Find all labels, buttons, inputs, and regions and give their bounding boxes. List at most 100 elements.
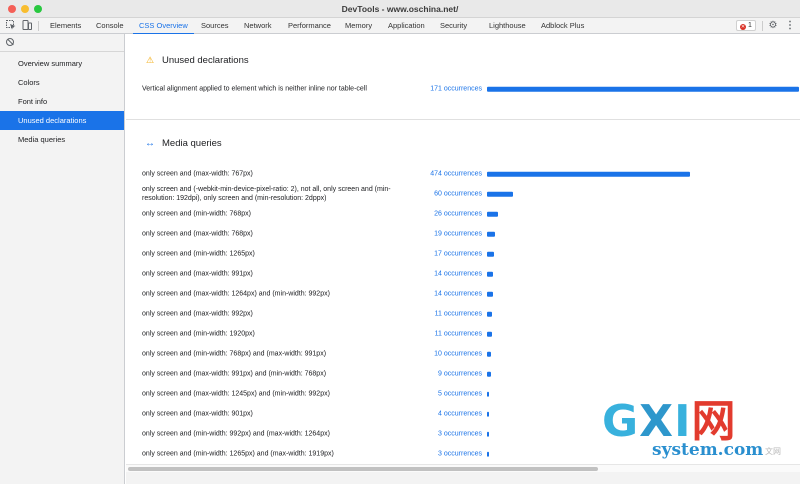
tab-network[interactable]: Network	[244, 18, 272, 34]
occurrences-link[interactable]: 17 occurrences	[398, 251, 482, 258]
media-queries-title: Media queries	[162, 138, 222, 149]
occurrence-row: only screen and (min-width: 768px) 26 occ…	[142, 204, 792, 224]
tab-security[interactable]: Security	[440, 18, 467, 34]
occurrences-link[interactable]: 10 occurrences	[398, 351, 482, 358]
tab-memory[interactable]: Memory	[345, 18, 372, 34]
declaration-label: only screen and (-webkit-min-device-pixe…	[142, 186, 391, 202]
window-title: DevTools - www.oschina.net/	[341, 4, 459, 14]
occurrences-link[interactable]: 14 occurrences	[398, 291, 482, 298]
declaration-label: only screen and (min-width: 1265px)	[142, 250, 255, 258]
occurrence-row: only screen and (min-width: 768px) and (…	[142, 344, 792, 364]
occurrence-row: only screen and (-webkit-min-device-pixe…	[142, 184, 792, 204]
error-icon: ✕	[740, 24, 746, 30]
unused-declarations-heading: ⚠ Unused declarations	[144, 53, 249, 67]
tab-css-overview[interactable]: CSS Overview	[133, 18, 194, 35]
tab-elements[interactable]: Elements	[50, 18, 81, 34]
clear-overview-icon[interactable]	[6, 38, 14, 46]
declaration-label: only screen and (max-width: 768px)	[142, 230, 253, 238]
occurrences-bar[interactable]	[487, 251, 495, 257]
toolbar-divider	[38, 21, 39, 31]
occurrences-bar[interactable]	[487, 171, 690, 177]
declaration-label: only screen and (min-width: 1920px)	[142, 330, 255, 338]
toolbar-divider	[762, 21, 763, 31]
declaration-label: only screen and (min-width: 1265px) and …	[142, 450, 334, 458]
occurrences-bar[interactable]	[487, 331, 492, 337]
occurrences-bar[interactable]	[487, 431, 489, 437]
occurrences-link[interactable]: 3 occurrences	[398, 451, 482, 458]
sidebar-item-colors[interactable]: Colors	[0, 73, 124, 92]
occurrences-bar[interactable]	[487, 351, 492, 357]
occurrence-row: only screen and (max-width: 1264px) and …	[142, 284, 792, 304]
occurrences-bar[interactable]	[487, 271, 493, 277]
declaration-label: only screen and (max-width: 1264px) and …	[142, 290, 330, 298]
occurrences-bar[interactable]	[487, 291, 493, 297]
error-count-badge[interactable]: ✕ 1	[736, 20, 756, 31]
device-toolbar-icon[interactable]	[21, 20, 33, 32]
occurrence-row: only screen and (max-width: 901px) 4 occu…	[142, 404, 792, 424]
occurrence-row: only screen and (max-width: 768px) 19 occ…	[142, 224, 792, 244]
occurrences-link[interactable]: 26 occurrences	[398, 211, 482, 218]
occurrences-bar[interactable]	[487, 391, 490, 397]
scrollbar-thumb[interactable]	[128, 467, 598, 471]
bottom-panel-strip	[126, 472, 800, 484]
declaration-label: only screen and (max-width: 991px) and (…	[142, 370, 327, 378]
occurrences-bar[interactable]	[487, 231, 496, 237]
declaration-label: only screen and (min-width: 768px)	[142, 210, 251, 218]
tab-adblock-plus[interactable]: Adblock Plus	[541, 18, 584, 34]
occurrences-bar[interactable]	[487, 86, 799, 92]
devtools-tabbar: Elements Console CSS Overview Sources Ne…	[0, 18, 800, 35]
tab-lighthouse[interactable]: Lighthouse	[489, 18, 526, 34]
declaration-label: Vertical alignment applied to element wh…	[142, 85, 367, 93]
occurrences-link[interactable]: 14 occurrences	[398, 271, 482, 278]
sidebar-item-overview-summary[interactable]: Overview summary	[0, 54, 124, 73]
occurrences-link[interactable]: 11 occurrences	[398, 311, 482, 318]
occurrences-bar[interactable]	[487, 311, 492, 317]
occurrence-row: only screen and (min-width: 1265px) 17 oc…	[142, 244, 792, 264]
tab-application[interactable]: Application	[388, 18, 425, 34]
sidebar-item-unused-declarations[interactable]: Unused declarations	[0, 111, 124, 130]
css-overview-sidebar: Overview summary Colors Font info Unused…	[0, 34, 125, 484]
more-options-icon[interactable]: ⋮	[784, 20, 796, 32]
occurrences-link[interactable]: 19 occurrences	[398, 231, 482, 238]
declaration-label: only screen and (max-width: 767px)	[142, 170, 253, 178]
warning-icon: ⚠	[145, 55, 155, 65]
unused-declarations-title: Unused declarations	[162, 55, 249, 66]
occurrence-row: only screen and (max-width: 767px) 474 oc…	[142, 164, 792, 184]
occurrence-row: only screen and (max-width: 991px) 14 occ…	[142, 264, 792, 284]
tab-sources[interactable]: Sources	[201, 18, 229, 34]
settings-gear-icon[interactable]: ⚙	[767, 20, 779, 32]
occurrence-row: only screen and (max-width: 992px) 11 occ…	[142, 304, 792, 324]
media-query-icon: ↔	[145, 138, 155, 149]
declaration-label: only screen and (min-width: 768px) and (…	[142, 350, 327, 358]
occurrences-link[interactable]: 474 occurrences	[398, 171, 482, 178]
sidebar-item-media-queries[interactable]: Media queries	[0, 130, 124, 149]
declaration-label: only screen and (max-width: 901px)	[142, 410, 253, 418]
horizontal-scrollbar[interactable]	[126, 464, 800, 472]
occurrences-bar[interactable]	[487, 371, 491, 377]
tab-console[interactable]: Console	[96, 18, 124, 34]
occurrences-bar[interactable]	[487, 191, 513, 197]
occurrences-bar[interactable]	[487, 451, 489, 457]
inspect-element-icon[interactable]	[5, 20, 17, 32]
occurrence-row: only screen and (max-width: 991px) and (…	[142, 364, 792, 384]
occurrences-link[interactable]: 9 occurrences	[398, 371, 482, 378]
occurrences-link[interactable]: 11 occurrences	[398, 331, 482, 338]
occurrences-link[interactable]: 5 occurrences	[398, 391, 482, 398]
occurrences-link[interactable]: 3 occurrences	[398, 431, 482, 438]
occurrence-row: only screen and (max-width: 1245px) and …	[142, 384, 792, 404]
error-count: 1	[748, 22, 752, 29]
declaration-label: only screen and (min-width: 992px) and (…	[142, 430, 330, 438]
occurrences-link[interactable]: 171 occurrences	[398, 86, 482, 93]
tab-performance[interactable]: Performance	[288, 18, 331, 34]
occurrences-link[interactable]: 60 occurrences	[398, 191, 482, 198]
occurrences-link[interactable]: 4 occurrences	[398, 411, 482, 418]
sidebar-item-font-info[interactable]: Font info	[0, 92, 124, 111]
occurrence-row: only screen and (min-width: 1265px) and …	[142, 444, 792, 464]
sidebar-toolbar	[0, 34, 124, 52]
window-titlebar: DevTools - www.oschina.net/	[0, 0, 800, 18]
occurrence-row: only screen and (min-width: 1920px) 11 oc…	[142, 324, 792, 344]
occurrences-bar[interactable]	[487, 411, 489, 417]
declaration-label: only screen and (max-width: 992px)	[142, 310, 253, 318]
declaration-label: only screen and (max-width: 1245px) and …	[142, 390, 330, 398]
occurrences-bar[interactable]	[487, 211, 499, 217]
